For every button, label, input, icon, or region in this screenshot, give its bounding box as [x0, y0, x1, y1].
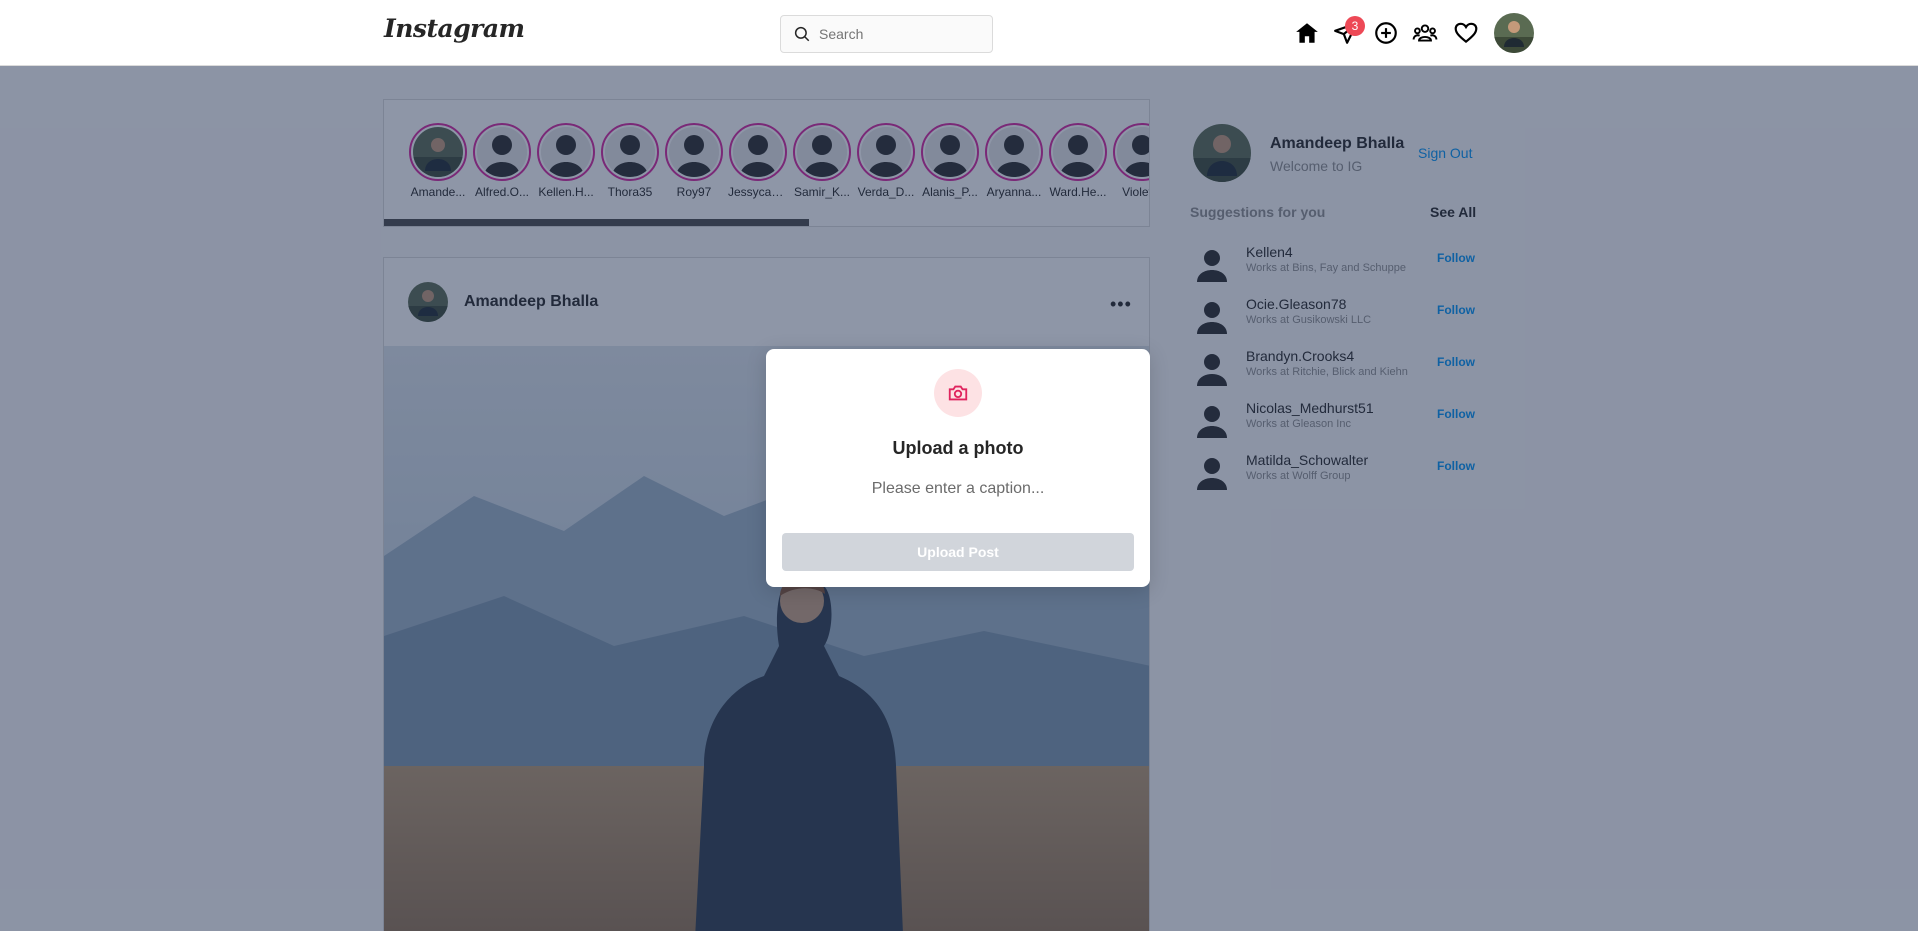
people-icon[interactable]	[1412, 20, 1438, 46]
search-box[interactable]	[780, 15, 993, 53]
upload-modal: Upload a photo Upload Post	[766, 349, 1150, 587]
instagram-logo[interactable]: Instagram	[384, 14, 525, 43]
profile-photo	[1494, 13, 1534, 53]
create-post-icon[interactable]	[1373, 20, 1399, 46]
modal-title: Upload a photo	[892, 438, 1024, 458]
profile-avatar[interactable]	[1494, 13, 1534, 53]
home-icon[interactable]	[1294, 20, 1320, 46]
camera-icon-circle	[934, 369, 982, 417]
upload-post-button[interactable]: Upload Post	[782, 533, 1134, 571]
search-icon	[794, 26, 810, 42]
search-input[interactable]	[819, 24, 979, 44]
camera-icon	[948, 385, 968, 401]
heart-icon[interactable]	[1453, 20, 1479, 46]
caption-input[interactable]	[790, 477, 1126, 501]
notification-badge: 3	[1345, 16, 1365, 36]
top-navbar: Instagram 3	[0, 0, 1918, 66]
